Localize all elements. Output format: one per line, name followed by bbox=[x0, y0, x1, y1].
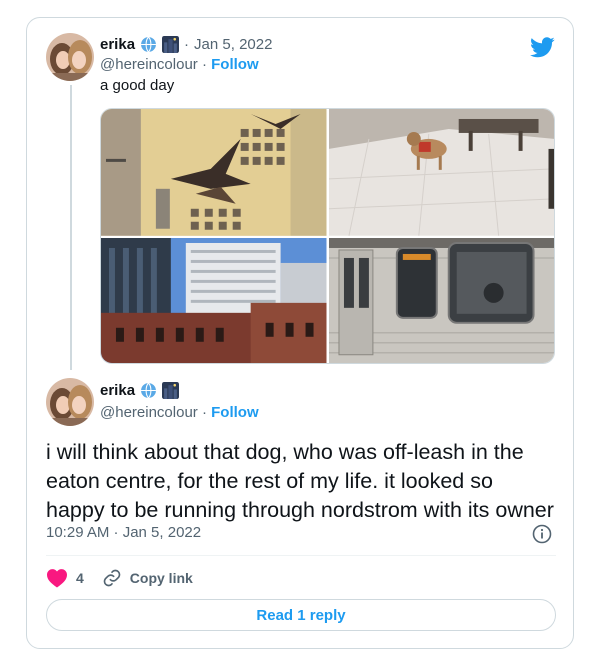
heart-icon bbox=[47, 569, 67, 588]
copy-link-label: Copy link bbox=[129, 570, 193, 586]
divider bbox=[46, 555, 556, 556]
globe-emoji-icon bbox=[140, 382, 157, 399]
author-name[interactable]: erika bbox=[100, 382, 135, 399]
photo-grid bbox=[100, 108, 555, 364]
read-reply-button[interactable]: Read 1 reply bbox=[46, 599, 556, 631]
city-night-emoji-icon bbox=[162, 382, 180, 399]
photo-bird-mural[interactable] bbox=[101, 109, 327, 236]
author-handle[interactable]: @hereincolour bbox=[100, 404, 198, 421]
follow-button[interactable]: Follow bbox=[211, 56, 259, 73]
separator-dot: · bbox=[201, 56, 207, 73]
tweet-date[interactable]: Jan 5, 2022 bbox=[194, 36, 272, 53]
author-name[interactable]: erika bbox=[100, 36, 135, 53]
separator-dot: · bbox=[184, 36, 190, 53]
photo-dog-mall[interactable] bbox=[328, 109, 554, 236]
tweet-timestamp[interactable]: 10:29 AM · Jan 5, 2022 bbox=[46, 524, 201, 541]
author-handle[interactable]: @hereincolour bbox=[100, 56, 198, 73]
like-button[interactable]: 4 bbox=[46, 568, 84, 588]
tweet1-author-row: erika · Jan 5, 2022 bbox=[100, 36, 272, 53]
globe-emoji-icon bbox=[140, 36, 157, 53]
follow-button[interactable]: Follow bbox=[211, 404, 259, 421]
avatar[interactable] bbox=[46, 33, 94, 81]
tweet2-text: i will think about that dog, who was off… bbox=[46, 440, 554, 522]
copy-link-button[interactable]: Copy link bbox=[102, 568, 193, 588]
tweet2-author-row: erika bbox=[100, 382, 180, 399]
info-icon[interactable] bbox=[532, 524, 552, 544]
like-count: 4 bbox=[76, 570, 84, 586]
link-icon bbox=[103, 569, 121, 587]
city-night-emoji-icon bbox=[162, 36, 180, 53]
separator-dot: · bbox=[201, 404, 207, 421]
thread-connector-line bbox=[70, 85, 72, 370]
photo-city-buildings[interactable] bbox=[101, 237, 327, 363]
tweet1-text: a good day bbox=[100, 77, 175, 94]
photo-subway-train[interactable] bbox=[328, 237, 554, 363]
twitter-bird-icon[interactable] bbox=[530, 37, 555, 58]
avatar[interactable] bbox=[46, 378, 94, 426]
tweet-actions: 4 Copy link bbox=[46, 568, 193, 588]
tweet2-handle-row: @hereincolour · Follow bbox=[100, 404, 259, 421]
tweet1-handle-row: @hereincolour · Follow bbox=[100, 56, 259, 73]
